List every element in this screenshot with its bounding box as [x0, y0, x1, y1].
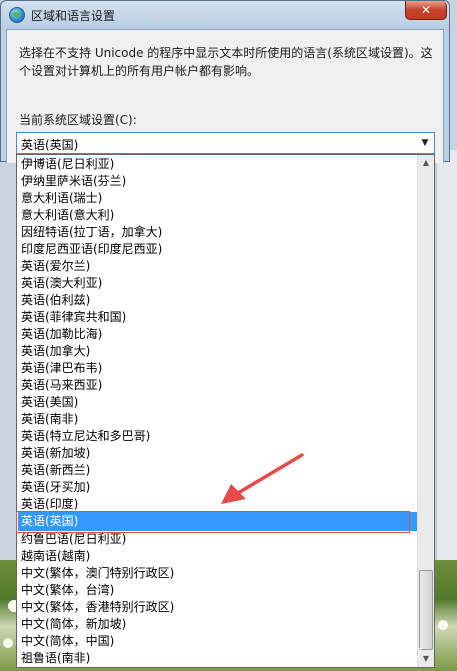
watermark-text: https://blog.csdn.net/qq_32900237: [212, 646, 423, 660]
annotation-arrow-icon: [221, 453, 304, 504]
